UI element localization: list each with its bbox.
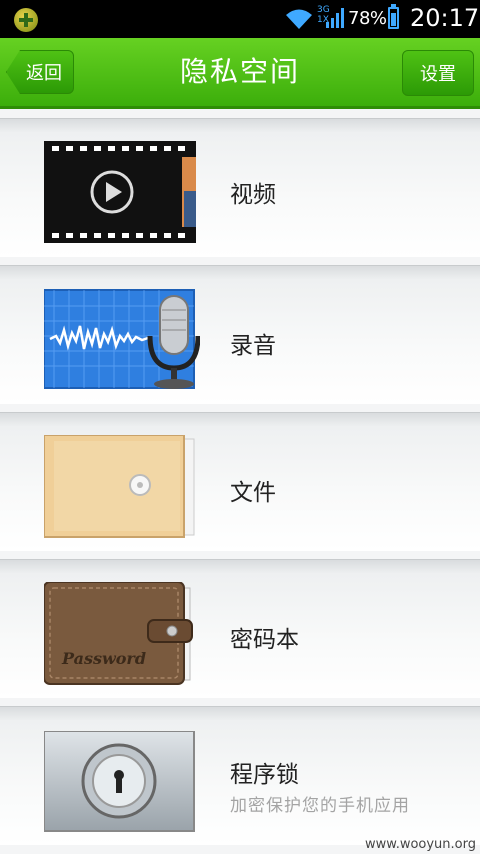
wifi-icon [286, 9, 312, 29]
list-item-app-lock[interactable]: 程序锁 加密保护您的手机应用 [0, 706, 480, 845]
battery-icon [388, 4, 399, 29]
status-bar: 3G 1X 78% 20:17 [0, 0, 480, 38]
title-bar: 返回 隐私空间 设置 [0, 38, 480, 109]
item-label: 录音 [230, 333, 276, 359]
video-film-icon [44, 141, 196, 243]
item-label: 程序锁 [230, 762, 299, 788]
item-subtitle: 加密保护您的手机应用 [230, 796, 410, 816]
envelope-icon [44, 435, 195, 538]
signal-icon [326, 8, 344, 28]
battery-percent: 78% [348, 8, 387, 29]
item-label: 视频 [230, 182, 276, 208]
item-label: 密码本 [230, 627, 299, 653]
list-item-password-book[interactable]: Password 密码本 [0, 559, 480, 698]
list-item-files[interactable]: 文件 [0, 412, 480, 551]
list-item-video[interactable]: 视频 [0, 118, 480, 257]
watermark: www.wooyun.org [364, 837, 476, 852]
microphone-icon [44, 289, 200, 389]
settings-button[interactable]: 设置 [402, 50, 474, 96]
item-label: 文件 [230, 480, 276, 506]
list-item-recording[interactable]: 录音 [0, 265, 480, 404]
lock-safe-icon [44, 731, 195, 832]
clock: 20:17 [410, 4, 480, 32]
app-icon [14, 8, 38, 32]
wallet-text: Password [61, 649, 146, 668]
wallet-icon: Password [44, 582, 193, 685]
